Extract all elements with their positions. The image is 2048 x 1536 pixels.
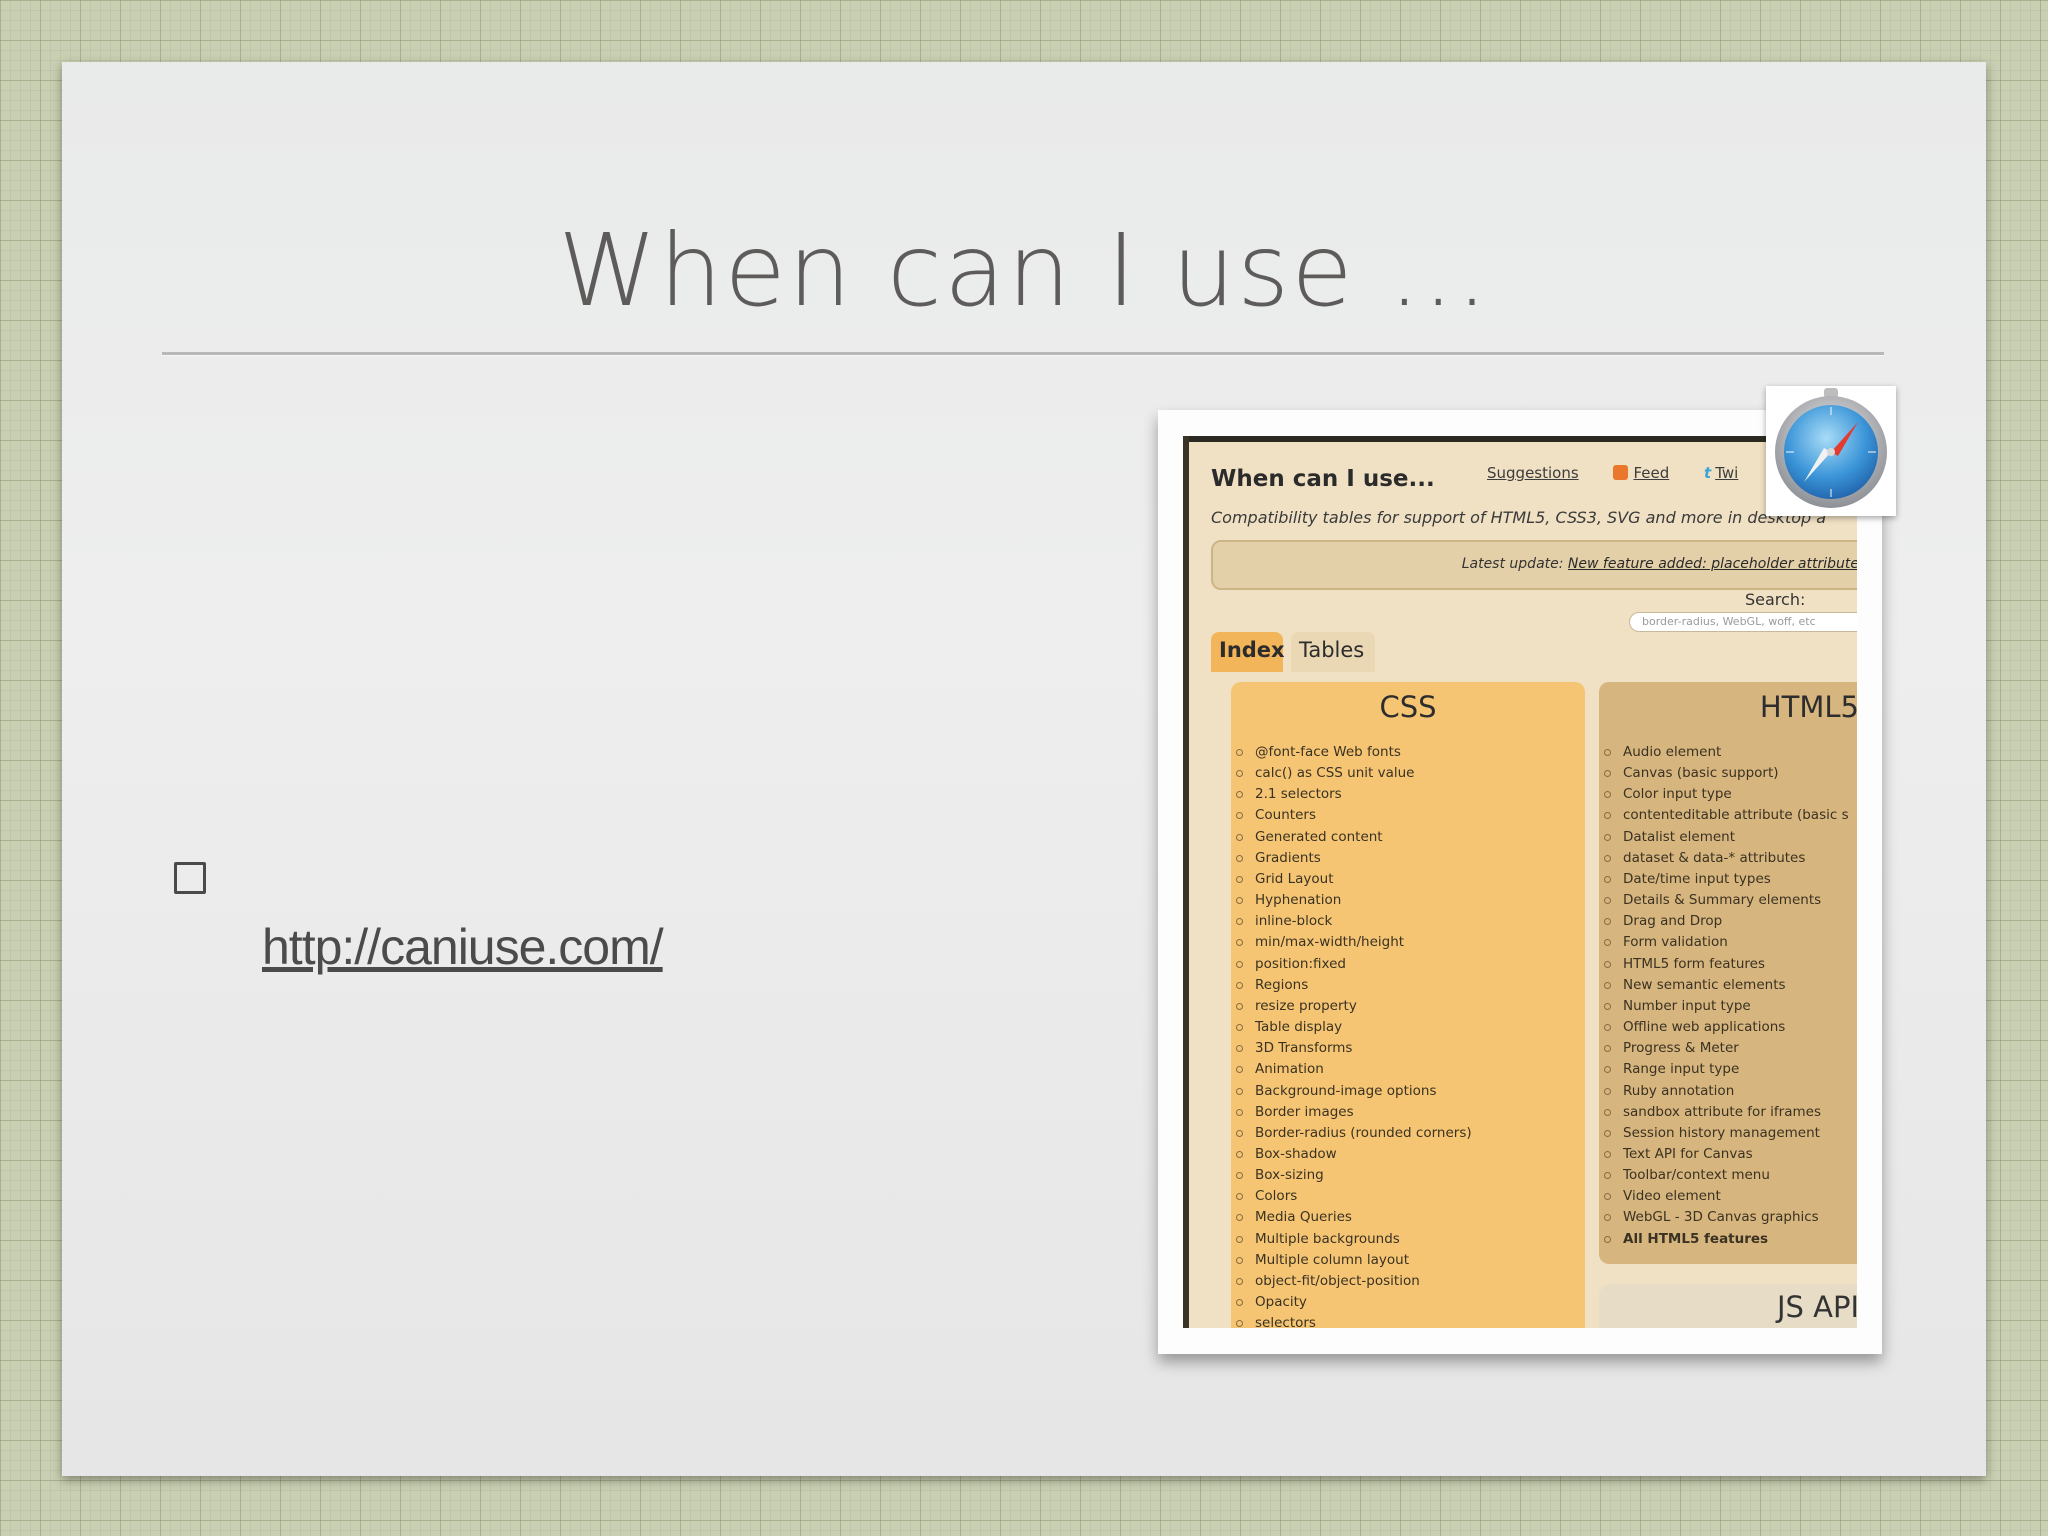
feature-list-item[interactable]: 2.1 selectors: [1231, 784, 1585, 805]
feature-list-item[interactable]: Gradients: [1231, 848, 1585, 869]
feature-list-item[interactable]: Offline web applications: [1599, 1017, 1857, 1038]
feature-list-item[interactable]: Multiple column layout: [1231, 1250, 1585, 1271]
feature-list-item[interactable]: Generated content: [1231, 827, 1585, 848]
feature-list-item[interactable]: New semantic elements: [1599, 975, 1857, 996]
feature-list-item[interactable]: contenteditable attribute (basic s: [1599, 805, 1857, 826]
feature-list-item[interactable]: WebGL - 3D Canvas graphics: [1599, 1207, 1857, 1228]
feature-list-item[interactable]: Box-sizing: [1231, 1165, 1585, 1186]
feature-list-item[interactable]: Colors: [1231, 1186, 1585, 1207]
feature-list-item[interactable]: Range input type: [1599, 1059, 1857, 1080]
feature-list-item[interactable]: Date/time input types: [1599, 869, 1857, 890]
feature-list-item[interactable]: Progress & Meter: [1599, 1038, 1857, 1059]
feature-list-item[interactable]: Number input type: [1599, 996, 1857, 1017]
feature-list-item[interactable]: Border images: [1231, 1102, 1585, 1123]
feature-list-item[interactable]: Border-radius (rounded corners): [1231, 1123, 1585, 1144]
feature-list-item[interactable]: Form validation: [1599, 932, 1857, 953]
feature-list-item[interactable]: Opacity: [1231, 1292, 1585, 1313]
feature-list-item[interactable]: Multiple backgrounds: [1231, 1229, 1585, 1250]
feature-list-item[interactable]: Drag and Drop: [1599, 911, 1857, 932]
feed-link[interactable]: Feed: [1633, 464, 1669, 482]
checkbox-bullet-icon: [174, 862, 206, 894]
feature-list-item[interactable]: Regions: [1231, 975, 1585, 996]
tab-tables[interactable]: Tables: [1291, 632, 1375, 672]
title-divider: [162, 352, 1884, 356]
html5-heading: HTML5: [1759, 690, 1857, 724]
css-panel: CSS @font-face Web fonts calc() as CSS un…: [1231, 682, 1585, 1328]
feature-list-item[interactable]: Text API for Canvas: [1599, 1144, 1857, 1165]
css-feature-list: @font-face Web fonts calc() as CSS unit v…: [1231, 742, 1585, 1328]
safari-compass-icon: [1766, 386, 1896, 516]
update-prefix: Latest update:: [1461, 556, 1564, 572]
feature-list-item[interactable]: calc() as CSS unit value: [1231, 763, 1585, 784]
feature-list-item[interactable]: Video element: [1599, 1186, 1857, 1207]
feature-list-item[interactable]: @font-face Web fonts: [1231, 742, 1585, 763]
caniuse-link[interactable]: http://caniuse.com/: [262, 918, 664, 976]
feature-list-item[interactable]: Canvas (basic support): [1599, 763, 1857, 784]
feature-list-item[interactable]: position:fixed: [1231, 954, 1585, 975]
twitter-link[interactable]: Twi: [1715, 464, 1738, 482]
tab-index[interactable]: Index: [1211, 632, 1285, 672]
top-links: Suggestions Feed t Twi: [1487, 464, 1768, 482]
feature-list-item[interactable]: sandbox attribute for iframes: [1599, 1102, 1857, 1123]
search-label: Search:: [1745, 590, 1806, 609]
feature-list-item[interactable]: Color input type: [1599, 784, 1857, 805]
search-input[interactable]: border-radius, WebGL, woff, etc: [1629, 612, 1857, 632]
feature-list-item[interactable]: resize property: [1231, 996, 1585, 1017]
feature-list-item[interactable]: min/max-width/height: [1231, 932, 1585, 953]
js-api-heading: JS API: [1776, 1290, 1857, 1324]
feature-list-item[interactable]: Background-image options: [1231, 1081, 1585, 1102]
safari-icon-graphic: [1775, 388, 1887, 508]
js-api-panel: JS API: [1599, 1284, 1857, 1328]
css-heading: CSS: [1379, 690, 1437, 724]
caniuse-screenshot: When can I use... Suggestions Feed t Twi …: [1183, 436, 1857, 1328]
suggestions-link[interactable]: Suggestions: [1487, 464, 1579, 482]
site-title: When can I use...: [1211, 466, 1435, 492]
screenshot-frame: When can I use... Suggestions Feed t Twi …: [1158, 410, 1882, 1354]
browser-top-bar: [1189, 436, 1857, 442]
feature-list-item[interactable]: Media Queries: [1231, 1207, 1585, 1228]
feature-list-item[interactable]: inline-block: [1231, 911, 1585, 932]
feature-list-item[interactable]: 3D Transforms: [1231, 1038, 1585, 1059]
feature-list-item[interactable]: Counters: [1231, 805, 1585, 826]
feature-list-item[interactable]: Grid Layout: [1231, 869, 1585, 890]
feature-list-item[interactable]: Session history management: [1599, 1123, 1857, 1144]
feature-list-item[interactable]: Table display: [1231, 1017, 1585, 1038]
slide-title: When can I use ...: [558, 212, 1490, 329]
rss-feed-icon: [1613, 465, 1629, 480]
update-link[interactable]: New feature added: placeholder attribute: [1568, 556, 1857, 572]
twitter-icon: t: [1704, 464, 1712, 482]
feature-list-item[interactable]: HTML5 form features: [1599, 954, 1857, 975]
site-tagline: Compatibility tables for support of HTML…: [1211, 508, 1827, 527]
feature-list-item[interactable]: Box-shadow: [1231, 1144, 1585, 1165]
feature-list-item[interactable]: selectors: [1231, 1313, 1585, 1328]
feature-list-item[interactable]: Datalist element: [1599, 827, 1857, 848]
feature-list-item[interactable]: Animation: [1231, 1059, 1585, 1080]
feature-list-item[interactable]: object-fit/object-position: [1231, 1271, 1585, 1292]
html5-panel: HTML5 Audio element Canvas (basic support…: [1599, 682, 1857, 1264]
latest-update-bar: Latest update: New feature added: placeh…: [1211, 540, 1857, 590]
feature-list-item[interactable]: All HTML5 features: [1599, 1229, 1857, 1250]
feature-list-item[interactable]: Details & Summary elements: [1599, 890, 1857, 911]
feature-list-item[interactable]: Toolbar/context menu: [1599, 1165, 1857, 1186]
html5-feature-list: Audio element Canvas (basic support) Color…: [1599, 742, 1857, 1250]
feature-list-item[interactable]: Audio element: [1599, 742, 1857, 763]
feature-list-item[interactable]: Ruby annotation: [1599, 1081, 1857, 1102]
feature-list-item[interactable]: Hyphenation: [1231, 890, 1585, 911]
feature-list-item[interactable]: dataset & data-* attributes: [1599, 848, 1857, 869]
